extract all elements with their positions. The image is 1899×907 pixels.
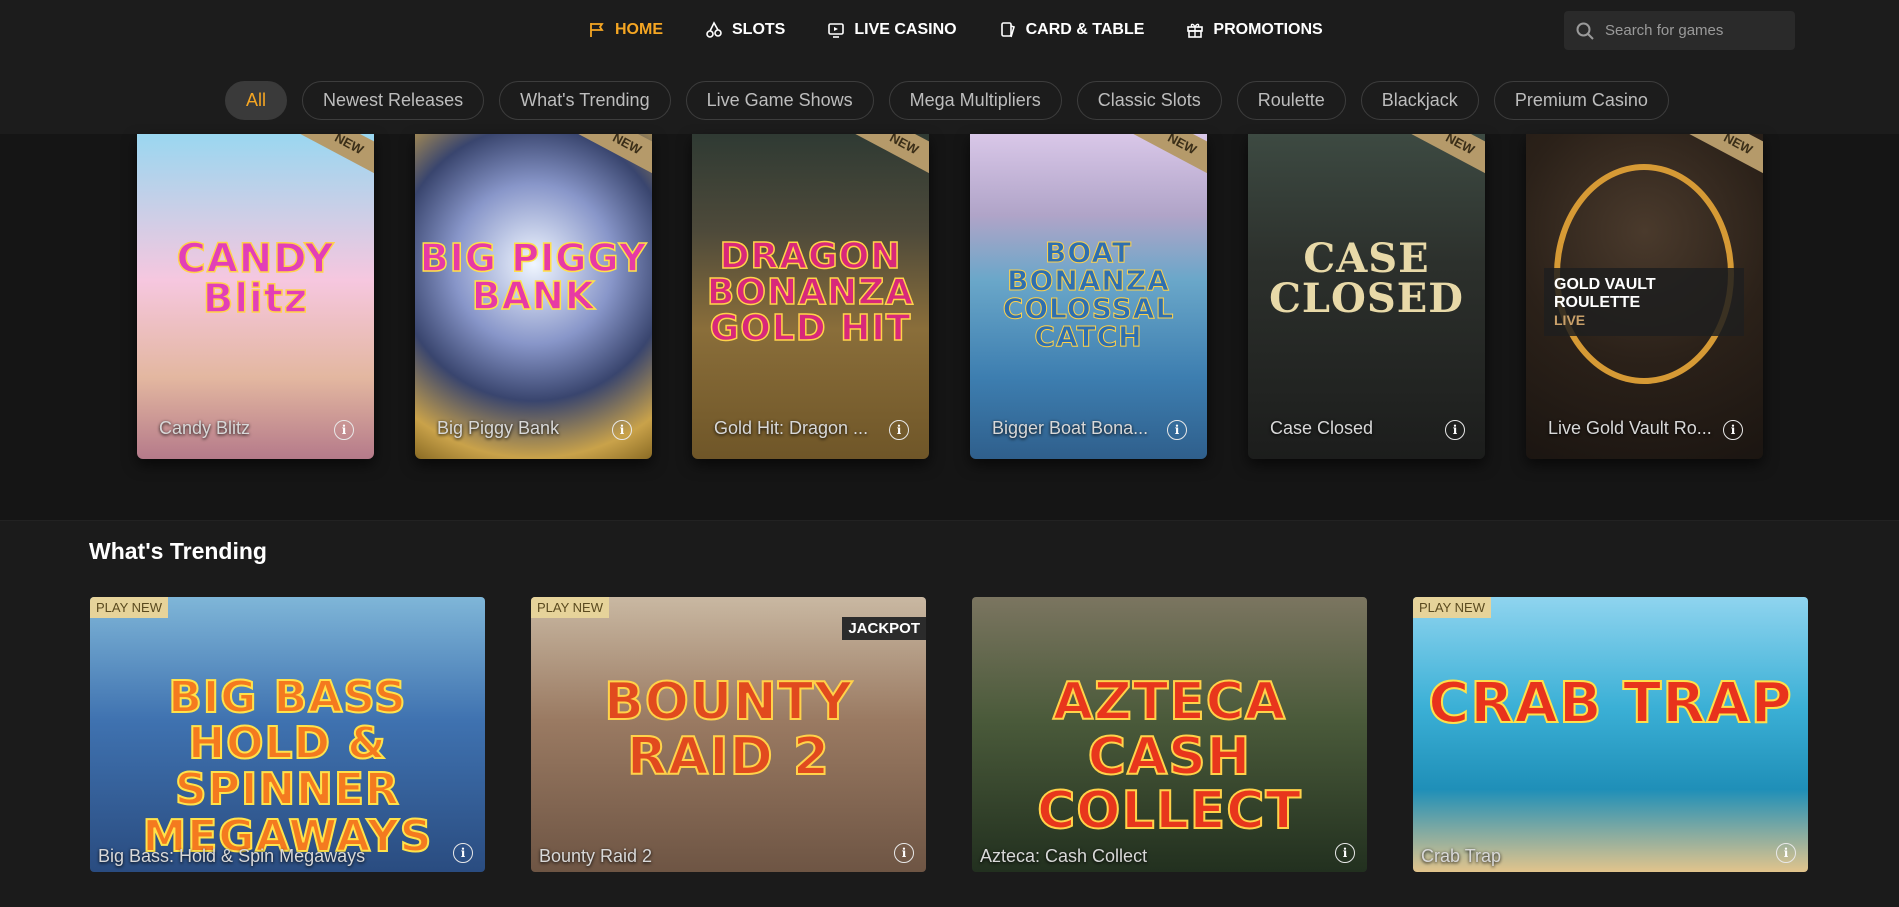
whats-trending-section: What's Trending BIG BASS HOLD & SPINNER … <box>0 520 1899 907</box>
section-title: What's Trending <box>89 538 267 564</box>
jackpot-badge: JACKPOT <box>842 617 926 640</box>
game-title: Candy Blitz <box>159 418 251 438</box>
category-filter-bar: All Newest Releases What's Trending Live… <box>0 62 1899 134</box>
filter-roulette[interactable]: Roulette <box>1236 81 1346 120</box>
game-title: Live Gold Vault Ro... <box>1548 418 1712 438</box>
nav-live-casino-label: LIVE CASINO <box>854 21 957 38</box>
filter-live-game-shows[interactable]: Live Game Shows <box>685 81 874 120</box>
filter-chips: All Newest Releases What's Trending Live… <box>225 81 1669 120</box>
tv-icon <box>828 23 845 38</box>
game-title: Big Piggy Bank <box>437 418 560 438</box>
trending-game-tile[interactable]: BIG BASS HOLD & SPINNER MEGAWAYS PLAY NE… <box>90 597 485 872</box>
filter-classic-slots[interactable]: Classic Slots <box>1076 81 1222 120</box>
game-logo: AZTECA CASH COLLECT <box>1036 672 1302 842</box>
play-new-badge: PLAY NEW <box>90 597 168 618</box>
trending-game-tile[interactable]: CRAB TRAP PLAY NEW Crab Trap i <box>1413 597 1808 872</box>
play-new-badge: PLAY NEW <box>531 597 609 618</box>
nav-promotions-label: PROMOTIONS <box>1213 21 1323 38</box>
game-logo: BOUNTY RAID 2 <box>603 672 853 787</box>
game-tile[interactable]: BIG PIGGY BANK NEW Big Piggy Bank i <box>415 134 652 459</box>
nav-promotions[interactable]: PROMOTIONS <box>1186 18 1323 42</box>
game-title: Case Closed <box>1270 418 1374 438</box>
info-icon[interactable]: i <box>453 843 473 863</box>
game-tile[interactable]: GOLD VAULT ROULETTE LIVE NEW Live Gold V… <box>1526 134 1763 459</box>
game-tile[interactable]: BOAT BONANZA COLOSSAL CATCH NEW Bigger B… <box>970 134 1207 459</box>
game-title: Bounty Raid 2 <box>539 846 653 866</box>
info-icon[interactable]: i <box>334 420 354 440</box>
game-logo: BOAT BONANZA COLOSSAL CATCH <box>1002 236 1175 353</box>
main-nav: HOME SLOTS LIVE CASINO CARD & TABLE PROM… <box>588 18 1365 42</box>
game-tile[interactable]: CASE CLOSED NEW Case Closed i <box>1248 134 1485 459</box>
info-icon[interactable]: i <box>1776 843 1796 863</box>
filter-premium-casino[interactable]: Premium Casino <box>1493 81 1669 120</box>
nav-slots-label: SLOTS <box>732 21 786 38</box>
newest-releases-row: CANDY Blitz NEW Candy Blitz i BIG PIGGY … <box>0 134 1899 520</box>
cards-icon <box>1000 22 1015 38</box>
nav-home[interactable]: HOME <box>588 18 663 42</box>
game-logo: BIG PIGGY BANK <box>419 236 648 318</box>
game-title: Azteca: Cash Collect <box>980 846 1148 866</box>
filter-mega-multipliers[interactable]: Mega Multipliers <box>888 81 1062 120</box>
game-logo: CRAB TRAP <box>1427 671 1793 736</box>
trending-game-tile[interactable]: BOUNTY RAID 2 PLAY NEW JACKPOT Bounty Ra… <box>531 597 926 872</box>
filter-newest-releases[interactable]: Newest Releases <box>302 81 485 120</box>
filter-all[interactable]: All <box>225 81 288 120</box>
game-tile[interactable]: DRAGON BONANZA GOLD HIT NEW Gold Hit: Dr… <box>692 134 929 459</box>
filter-whats-trending[interactable]: What's Trending <box>499 81 671 120</box>
game-title: Crab Trap <box>1421 846 1502 866</box>
search-box <box>1564 11 1795 50</box>
game-tile[interactable]: CANDY Blitz NEW Candy Blitz i <box>137 134 374 459</box>
info-icon[interactable]: i <box>889 420 909 440</box>
game-title: Gold Hit: Dragon ... <box>714 418 869 438</box>
play-new-badge: PLAY NEW <box>1413 597 1491 618</box>
gift-icon <box>1187 23 1204 38</box>
live-badge: LIVE <box>1554 312 1586 328</box>
info-icon[interactable]: i <box>1167 420 1187 440</box>
nav-card-table-label: CARD & TABLE <box>1025 21 1145 38</box>
game-logo: BIG BASS HOLD & SPINNER MEGAWAYS <box>142 672 433 862</box>
nav-home-label: HOME <box>615 21 663 38</box>
trending-game-tile[interactable]: AZTECA CASH COLLECT Azteca: Cash Collect… <box>972 597 1367 872</box>
nav-live-casino[interactable]: LIVE CASINO <box>827 18 957 42</box>
search-input[interactable] <box>1605 22 1785 39</box>
cherries-icon <box>706 21 722 38</box>
info-icon[interactable]: i <box>894 843 914 863</box>
top-navigation-bar: HOME SLOTS LIVE CASINO CARD & TABLE PROM… <box>0 0 1899 62</box>
game-title: Bigger Boat Bona... <box>992 418 1149 438</box>
flag-icon <box>590 23 604 37</box>
live-game-title: GOLD VAULT ROULETTE <box>1554 276 1656 311</box>
nav-card-table[interactable]: CARD & TABLE <box>999 18 1145 42</box>
info-icon[interactable]: i <box>612 420 632 440</box>
info-icon[interactable]: i <box>1445 420 1465 440</box>
search-icon <box>1576 22 1594 40</box>
live-label: GOLD VAULT ROULETTE LIVE <box>1544 268 1744 336</box>
game-logo: DRAGON BONANZA GOLD HIT <box>706 236 915 349</box>
game-logo: CASE CLOSED <box>1269 235 1464 322</box>
nav-slots[interactable]: SLOTS <box>705 18 785 42</box>
game-logo: CANDY Blitz <box>176 236 335 322</box>
filter-blackjack[interactable]: Blackjack <box>1360 81 1479 120</box>
info-icon[interactable]: i <box>1723 420 1743 440</box>
info-icon[interactable]: i <box>1335 843 1355 863</box>
game-title: Big Bass: Hold & Spin Megaways <box>98 846 366 866</box>
